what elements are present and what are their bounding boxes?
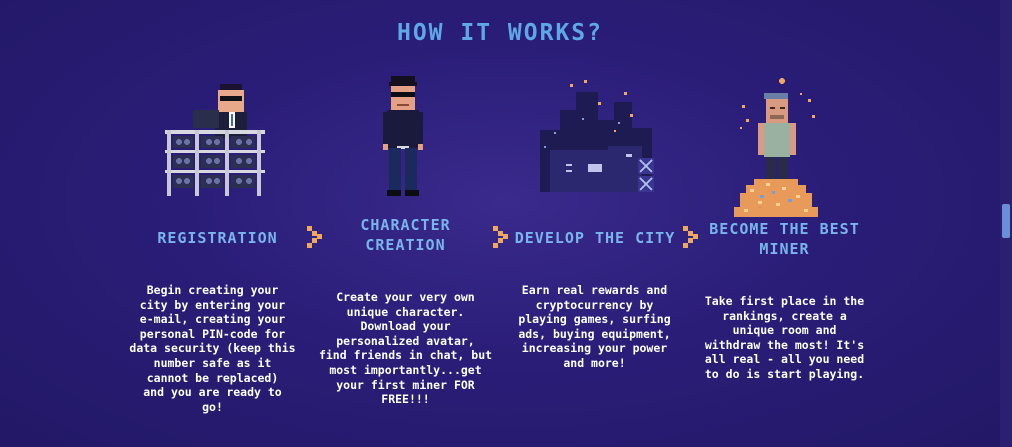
step-title-line: DEVELOP THE CITY [514, 229, 676, 247]
step-title-line: REGISTRATION [157, 229, 278, 247]
step-title-line: CREATION [365, 236, 446, 254]
step-title-line: CHARACTER [360, 216, 451, 234]
step-title-character-creation: CHARACTER CREATION [318, 215, 493, 255]
description-line: Take first place in the [704, 294, 865, 308]
step-description-registration: Begin creating your city by entering you… [125, 283, 300, 414]
step-title-develop-city: DEVELOP THE CITY [505, 228, 685, 248]
chevron-right-icon [683, 226, 698, 248]
description-line: city by entering your [139, 297, 286, 312]
chevron-right-icon [307, 226, 322, 248]
description-line: Begin creating your [146, 283, 279, 297]
step-title-line: BECOME THE BEST [709, 220, 860, 238]
hacker-mining-rig-icon [165, 84, 265, 196]
description-line: number safe as it [153, 355, 272, 370]
description-line: find friends in chat, but [318, 348, 493, 363]
description-line: increasing your power [521, 341, 668, 356]
description-line: cryptocurrency by [535, 297, 654, 312]
description-line: Earn real rewards and [521, 283, 668, 297]
description-line: to do is start playing. [704, 366, 865, 381]
pixel-character-icon [383, 76, 423, 196]
step-title-best-miner: BECOME THE BEST MINER [697, 219, 872, 259]
chevron-right-icon [493, 226, 508, 248]
step-description-character-creation: Create your very own unique character. D… [318, 290, 493, 407]
description-line: go! [202, 399, 223, 414]
description-line: Create your very own [336, 290, 475, 304]
page-scrollbar[interactable] [1000, 0, 1012, 447]
description-line: most importantly...get [329, 362, 482, 377]
description-line: personalized avatar, [336, 333, 475, 348]
step-description-best-miner: Take first place in the rankings, create… [697, 294, 872, 382]
description-line: e-mail, creating your [139, 312, 286, 327]
description-line: personal PIN-code for [139, 326, 286, 341]
step-title-registration: REGISTRATION [130, 228, 305, 248]
description-line: and you are ready to [143, 385, 282, 400]
description-line: and more! [563, 355, 626, 370]
description-line: cannot be replaced) [146, 370, 279, 385]
pixel-city-icon [540, 80, 654, 192]
description-line: playing games, surfing [518, 312, 671, 327]
description-line: your first miner FOR [336, 377, 475, 392]
description-line: rankings, create a [722, 308, 847, 323]
scrollbar-thumb[interactable] [1002, 204, 1010, 238]
step-title-line: MINER [759, 240, 810, 258]
description-line: data security (keep this [129, 341, 296, 356]
section-title: HOW IT WORKS? [396, 20, 603, 46]
step-description-develop-city: Earn real rewards and cryptocurrency by … [507, 283, 682, 371]
description-line: withdraw the most! It's [704, 337, 865, 352]
description-line: FREE!!! [381, 392, 430, 407]
description-line: Download your [360, 319, 451, 334]
miner-on-coin-pile-icon [734, 78, 818, 217]
description-line: all real - all you need [704, 352, 865, 367]
description-line: unique room and [732, 323, 837, 338]
description-line: unique character. [346, 304, 465, 319]
description-line: ads, buying equipment, [518, 326, 671, 341]
